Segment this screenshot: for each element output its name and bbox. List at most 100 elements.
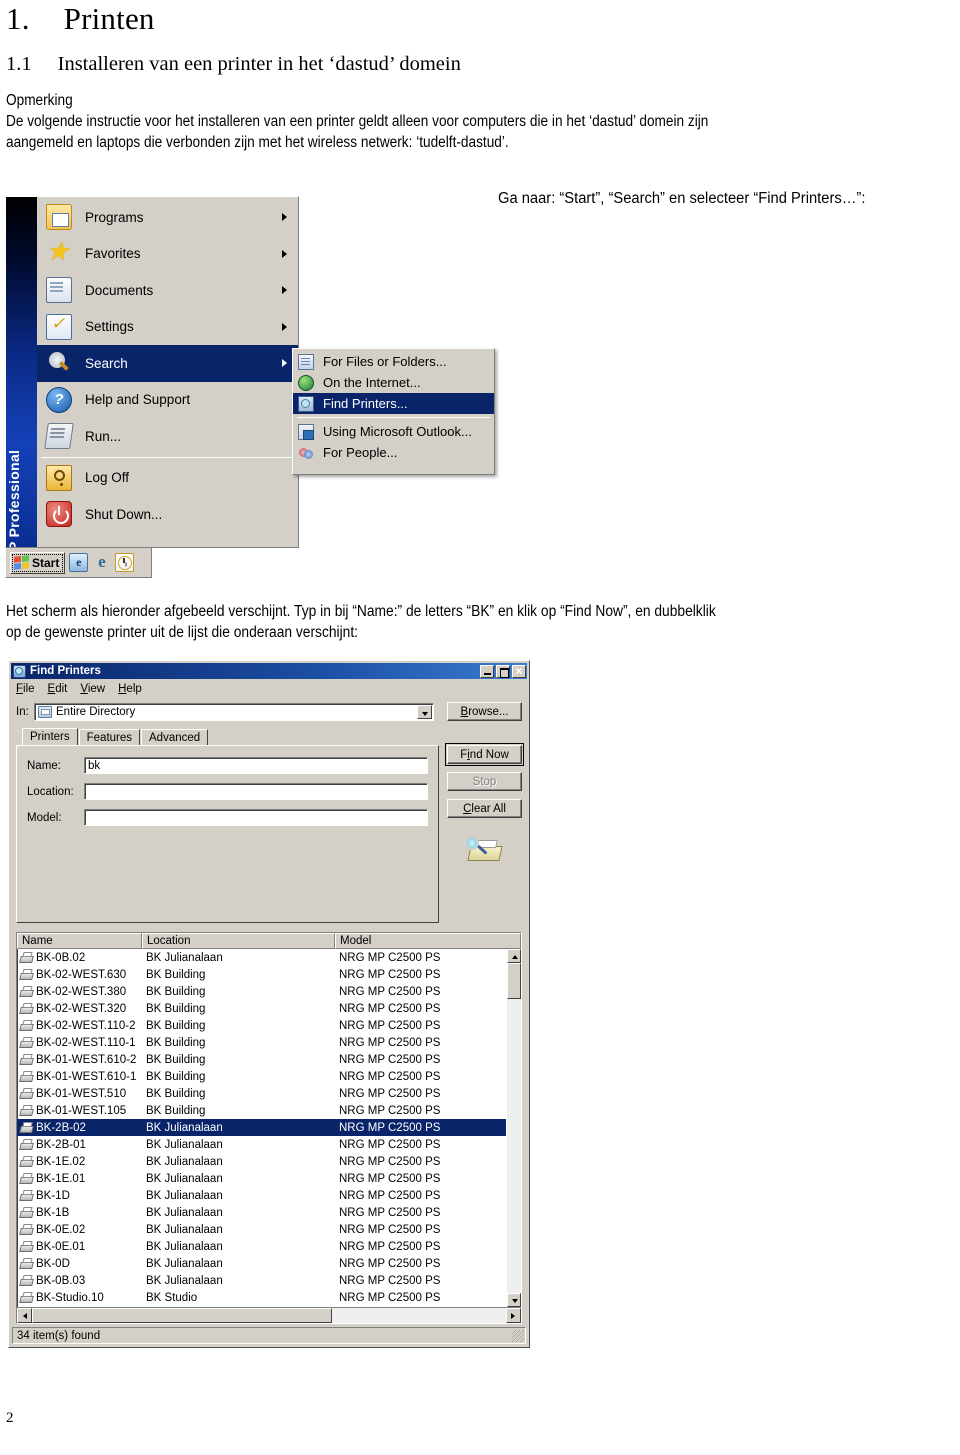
location-input[interactable] (84, 783, 428, 800)
cell-location: BK Building (146, 1002, 206, 1015)
scroll-up-icon[interactable] (507, 949, 521, 963)
submenu-item-using-microsoft-outlook[interactable]: Using Microsoft Outlook... (293, 421, 494, 442)
chevron-right-icon (282, 249, 287, 258)
start-menu-item-shut-down[interactable]: Shut Down... (37, 496, 298, 533)
start-menu-item-log-off[interactable]: Log Off (37, 460, 298, 497)
tab-features[interactable]: Features (78, 729, 141, 745)
start-menu-item-run[interactable]: Run... (37, 418, 298, 455)
menu-file[interactable]: File (16, 683, 35, 695)
find-printers-window: Find Printers File Edit View Help In: En… (8, 660, 530, 1348)
horizontal-scroll-thumb[interactable] (32, 1308, 332, 1323)
internet-explorer-icon[interactable] (92, 553, 111, 572)
table-row[interactable]: BK-01-WEST.510 BK Building NRG MP C2500 PS (17, 1085, 521, 1102)
results-horizontal-scrollbar[interactable] (17, 1307, 521, 1323)
table-row[interactable]: BK-1D BK Julianalaan NRG MP C2500 PS (17, 1187, 521, 1204)
clear-all-button[interactable]: Clear All (447, 799, 522, 818)
table-row[interactable]: BK-0B.03 BK Julianalaan NRG MP C2500 PS (17, 1272, 521, 1289)
directory-icon (38, 705, 52, 718)
scroll-right-icon[interactable] (506, 1308, 521, 1323)
start-menu-item-settings[interactable]: Settings (37, 309, 298, 346)
table-row[interactable]: BK-0E.01 BK Julianalaan NRG MP C2500 PS (17, 1238, 521, 1255)
start-button[interactable]: Start (10, 551, 66, 574)
start-menu-item-search[interactable]: Search (37, 345, 298, 382)
table-row[interactable]: BK-01-WEST.610-2 BK Building NRG MP C2500 … (17, 1051, 521, 1068)
resize-grip-icon[interactable] (512, 1330, 524, 1342)
column-header-location[interactable]: Location (142, 933, 335, 949)
table-row[interactable]: BK-2B-01 BK Julianalaan NRG MP C2500 PS (17, 1136, 521, 1153)
in-combobox[interactable]: Entire Directory (34, 702, 434, 721)
cell-model: NRG MP C2500 PS (339, 1138, 441, 1151)
vertical-scroll-track[interactable] (507, 963, 521, 1293)
start-menu-item-documents[interactable]: Documents (37, 272, 298, 309)
cell-location: BK Julianalaan (146, 1240, 223, 1253)
cell-model: NRG MP C2500 PS (339, 1206, 441, 1219)
cell-model: NRG MP C2500 PS (339, 1223, 441, 1236)
table-row[interactable]: BK-02-WEST.380 BK Building NRG MP C2500 PS (17, 983, 521, 1000)
cell-model: NRG MP C2500 PS (339, 968, 441, 981)
table-row[interactable]: BK-01-WEST.610-1 BK Building NRG MP C2500 … (17, 1068, 521, 1085)
submenu-item-label: Find Printers... (323, 396, 408, 411)
start-menu-item-programs[interactable]: Programs (37, 199, 298, 236)
tab-printers[interactable]: Printers (22, 728, 78, 745)
submenu-item-for-files-or-folders[interactable]: For Files or Folders... (293, 351, 494, 372)
section-number: 1.1 (6, 52, 32, 75)
cell-model: NRG MP C2500 PS (339, 1053, 441, 1066)
results-vertical-scrollbar[interactable] (506, 949, 521, 1307)
scroll-down-icon[interactable] (507, 1293, 521, 1307)
chevron-down-icon[interactable] (417, 704, 432, 719)
column-header-model[interactable]: Model (335, 933, 521, 949)
show-desktop-icon[interactable] (69, 553, 89, 572)
cell-model: NRG MP C2500 PS (339, 1070, 441, 1083)
cell-name: BK-1E.02 (17, 1155, 142, 1168)
menu-view[interactable]: View (80, 683, 105, 695)
menu-help[interactable]: Help (118, 683, 142, 695)
chapter-title: Printen (63, 1, 155, 36)
cell-name: BK-0D (17, 1257, 142, 1270)
printer-icon (19, 968, 34, 981)
start-menu-item-favorites[interactable]: Favorites (37, 236, 298, 273)
menu-edit[interactable]: Edit (48, 683, 68, 695)
table-row[interactable]: BK-1E.01 BK Julianalaan NRG MP C2500 PS (17, 1170, 521, 1187)
close-icon[interactable] (512, 664, 526, 678)
table-row[interactable]: BK-0D BK Julianalaan NRG MP C2500 PS (17, 1255, 521, 1272)
table-row[interactable]: BK-02-WEST.320 BK Building NRG MP C2500 PS (17, 1000, 521, 1017)
location-label: Location: (27, 785, 74, 798)
table-row[interactable]: BK-0B.02 BK Julianalaan NRG MP C2500 PS (17, 949, 521, 966)
table-row[interactable]: BK-01-WEST.105 BK Building NRG MP C2500 PS (17, 1102, 521, 1119)
printer-icon (19, 1104, 34, 1117)
submenu-item-find-printers[interactable]: Find Printers... (293, 393, 494, 414)
vertical-scroll-thumb[interactable] (507, 963, 521, 999)
cell-model: NRG MP C2500 PS (339, 1002, 441, 1015)
column-header-name[interactable]: Name (17, 933, 142, 949)
table-row[interactable]: BK-2B-02 BK Julianalaan NRG MP C2500 PS (17, 1119, 521, 1136)
tab-advanced[interactable]: Advanced (141, 729, 209, 745)
submenu-item-on-the-internet[interactable]: On the Internet... (293, 372, 494, 393)
name-input[interactable]: bk (84, 757, 428, 774)
table-row[interactable]: BK-Studio.10 BK Studio NRG MP C2500 PS (17, 1289, 521, 1306)
folder-programs-icon (46, 204, 72, 231)
star-favorites-icon (46, 238, 72, 267)
clock-icon[interactable] (115, 553, 135, 572)
scroll-left-icon[interactable] (17, 1308, 32, 1323)
table-row[interactable]: BK-02-WEST.110-1 BK Building NRG MP C2500 … (17, 1034, 521, 1051)
table-row[interactable]: BK-02-WEST.630 BK Building NRG MP C2500 PS (17, 966, 521, 983)
table-row[interactable]: BK-0E.02 BK Julianalaan NRG MP C2500 PS (17, 1221, 521, 1238)
results-list[interactable]: Name Location Model BK-0B.02 BK Julianala… (16, 932, 522, 1324)
horizontal-scroll-track[interactable] (32, 1308, 506, 1323)
browse-button[interactable]: Browse... (447, 702, 522, 721)
minimize-icon[interactable] (480, 664, 494, 678)
menu-bar: File Edit View Help (9, 679, 529, 696)
maximize-icon[interactable] (496, 664, 510, 678)
submenu-item-for-people[interactable]: For People... (293, 442, 494, 463)
start-menu-item-help-and-support[interactable]: Help and Support (37, 382, 298, 419)
model-input[interactable] (84, 809, 428, 826)
printer-icon (19, 1172, 34, 1185)
table-row[interactable]: BK-02-WEST.110-2 BK Building NRG MP C2500 … (17, 1017, 521, 1034)
find-printers-window-icon (13, 664, 26, 678)
cell-location: BK Julianalaan (146, 1155, 223, 1168)
cell-name: BK-1E.01 (17, 1172, 142, 1185)
cell-model: NRG MP C2500 PS (339, 1240, 441, 1253)
table-row[interactable]: BK-1B BK Julianalaan NRG MP C2500 PS (17, 1204, 521, 1221)
find-now-button[interactable]: Fi nd Now (445, 743, 524, 766)
table-row[interactable]: BK-1E.02 BK Julianalaan NRG MP C2500 PS (17, 1153, 521, 1170)
